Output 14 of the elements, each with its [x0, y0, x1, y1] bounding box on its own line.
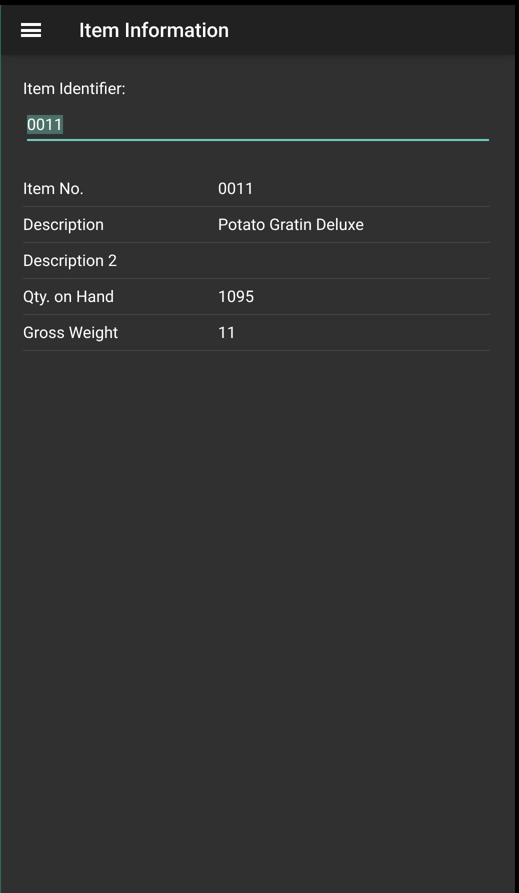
- field-label: Item Identifier:: [23, 78, 127, 100]
- menu-icon[interactable]: [21, 22, 41, 38]
- input-value: 0011: [27, 115, 63, 134]
- detail-value: Potato Gratin Deluxe: [218, 214, 364, 236]
- detail-label: Description: [23, 214, 105, 236]
- detail-value: 0011: [218, 178, 254, 200]
- detail-label: Description 2: [23, 250, 118, 272]
- detail-value: 11: [218, 322, 236, 344]
- detail-value: 1095: [218, 286, 254, 308]
- detail-label: Gross Weight: [23, 322, 120, 344]
- detail-label: Qty. on Hand: [23, 286, 116, 308]
- input-field[interactable]: 0011: [27, 113, 489, 141]
- app-bar-title: Item Information: [79, 17, 230, 44]
- detail-label: Item No.: [23, 178, 85, 200]
